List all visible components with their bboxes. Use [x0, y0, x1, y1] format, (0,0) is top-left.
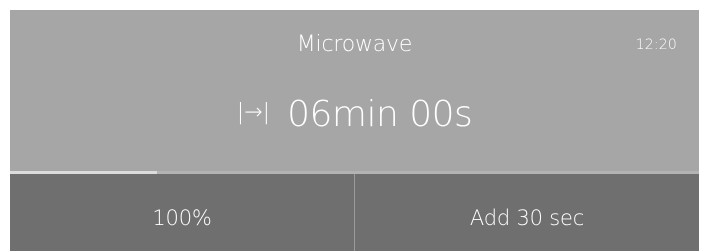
microwave-screen: Microwave 12:20 |→| 06min 00s 100% Add 3… [0, 0, 709, 251]
duration-icon: |→| [236, 100, 270, 125]
timer-display: |→| 06min 00s [10, 94, 699, 135]
add-30-sec-button[interactable]: Add 30 sec [355, 174, 699, 251]
clock: 12:20 [635, 37, 677, 53]
power-level-button[interactable]: 100% [10, 174, 354, 251]
action-bar: 100% Add 30 sec [10, 174, 699, 251]
appliance-title: Microwave [296, 32, 413, 57]
status-panel: Microwave 12:20 |→| 06min 00s [10, 10, 699, 171]
add-30-sec-label: Add 30 sec [469, 205, 585, 230]
timer-text: 06min 00s [287, 94, 473, 135]
power-level-label: 100% [152, 205, 212, 230]
